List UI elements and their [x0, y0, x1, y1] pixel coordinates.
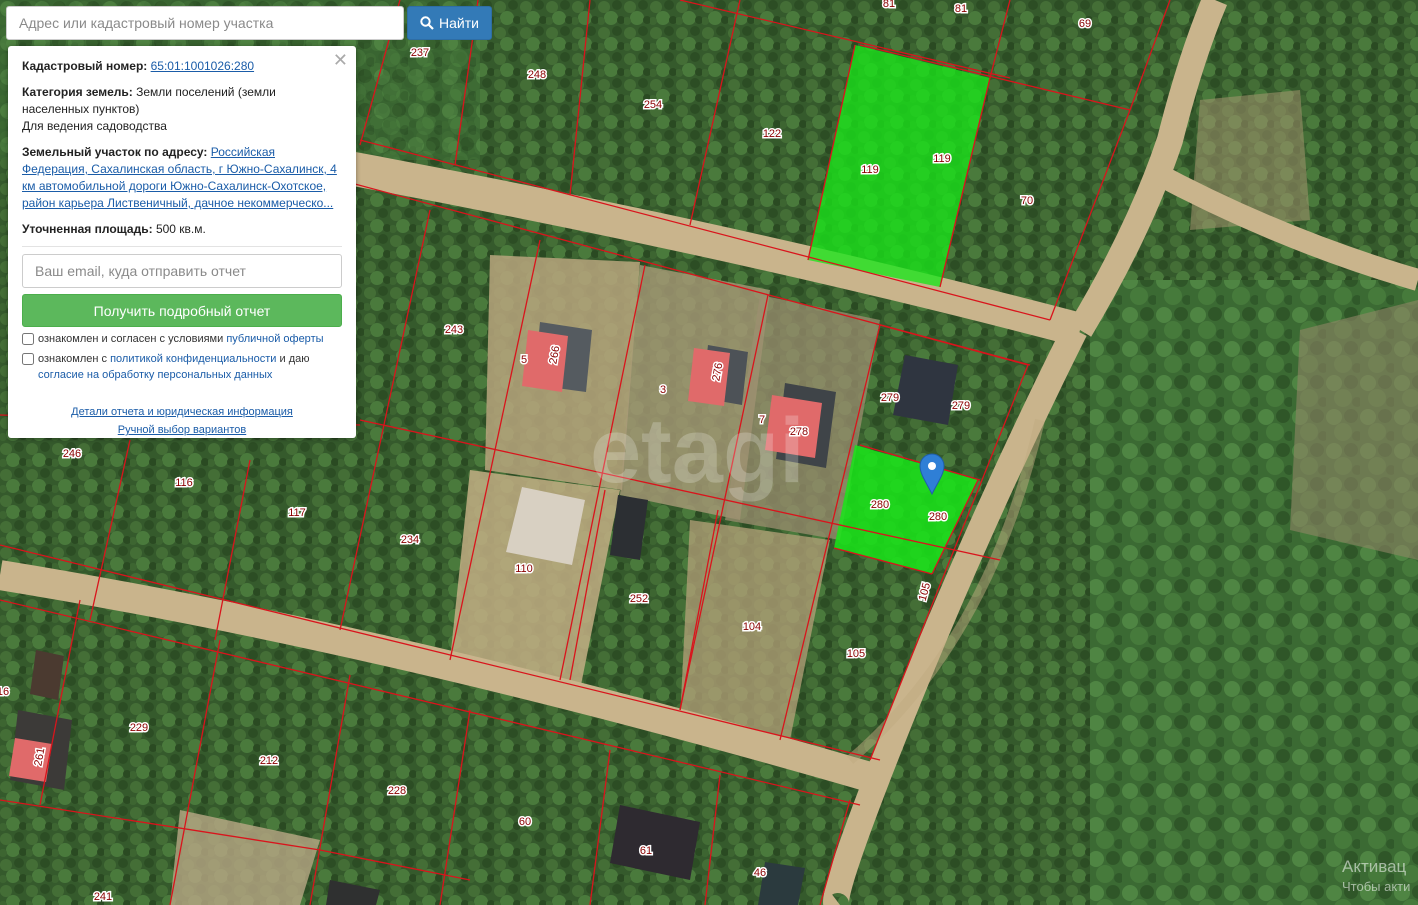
- offer-consent: ознакомлен и согласен с условиями публич…: [22, 331, 342, 347]
- report-details-link[interactable]: Детали отчета и юридическая информация: [71, 406, 293, 418]
- parcel-label: 16: [0, 686, 9, 698]
- parcel-label: 246: [63, 448, 81, 460]
- area-value: 500 кв.м.: [155, 222, 206, 236]
- email-field[interactable]: [22, 254, 342, 288]
- privacy-consent-checkbox[interactable]: [22, 353, 34, 365]
- search-button[interactable]: Найти: [407, 6, 492, 40]
- os-activation-line2: Чтобы акти: [1342, 879, 1411, 894]
- footer-links: Детали отчета и юридическая информация Р…: [22, 403, 342, 439]
- cadastral-label: Кадастровый номер:: [22, 59, 148, 73]
- parcel-label: 3: [660, 384, 666, 396]
- cadastral-row: Кадастровый номер: 65:01:1001026:280: [22, 58, 342, 75]
- parcel-label: 116: [175, 477, 193, 489]
- parcel-label: 117: [288, 507, 306, 519]
- category-label: Категория земель:: [22, 85, 133, 99]
- parcel-label: 278: [790, 426, 808, 438]
- parcel-label: 105: [847, 648, 865, 660]
- cadastral-number-link[interactable]: 65:01:1001026:280: [151, 59, 254, 73]
- privacy-consent-text-b: и даю: [279, 353, 310, 365]
- usage-value: Для ведения садоводства: [22, 119, 167, 133]
- get-report-button[interactable]: Получить подробный отчет: [22, 294, 342, 327]
- privacy-consent-text-a: ознакомлен с: [38, 353, 108, 365]
- parcel-label: 279: [952, 400, 970, 412]
- parcel-label: 229: [130, 722, 148, 734]
- search-button-label: Найти: [439, 15, 479, 31]
- manual-selection-link[interactable]: Ручной выбор вариантов: [118, 424, 246, 436]
- parcel-label: 81: [955, 3, 967, 15]
- parcel-label: 212: [260, 755, 278, 767]
- parcel-label: 119: [933, 153, 951, 165]
- parcel-label: 110: [515, 563, 533, 575]
- privacy-policy-link[interactable]: политикой конфиденциальности: [110, 353, 276, 365]
- parcel-label: 61: [640, 845, 652, 857]
- os-activation-line1: Активац: [1342, 857, 1407, 876]
- parcel-label: 104: [743, 621, 761, 633]
- os-activation-watermark: Активац Чтобы акти: [1342, 856, 1410, 896]
- parcel-label: 122: [763, 128, 781, 140]
- privacy-consent: ознакомлен с политикой конфиденциальност…: [22, 351, 342, 383]
- parcel-label: 248: [528, 69, 546, 81]
- search-icon: [420, 16, 434, 30]
- search-bar: Найти: [6, 6, 492, 40]
- parcel-label: 5: [521, 354, 527, 366]
- parcel-label: 7: [759, 414, 765, 426]
- parcel-label: 243: [445, 324, 463, 336]
- parcel-label: 70: [1021, 195, 1033, 207]
- address-label: Земельный участок по адресу:: [22, 145, 208, 159]
- cleared-ground: [1290, 300, 1418, 560]
- etagi-watermark: etagi: [590, 400, 805, 502]
- search-input[interactable]: [6, 6, 404, 40]
- parcel-label: 46: [754, 867, 766, 879]
- area-label: Уточненная площадь:: [22, 222, 153, 236]
- offer-consent-text: ознакомлен и согласен с условиями: [38, 333, 224, 345]
- area-row: Уточненная площадь: 500 кв.м.: [22, 221, 342, 238]
- parcel-label: 279: [881, 392, 899, 404]
- parcel-label: 254: [644, 99, 662, 111]
- category-row: Категория земель: Земли поселений (земли…: [22, 84, 342, 135]
- parcel-label: 234: [401, 534, 419, 546]
- parcel-label: 280: [871, 499, 889, 511]
- parcel-label: 252: [630, 593, 648, 605]
- parcel-label: 241: [94, 891, 112, 903]
- parcel-info-panel: ✕ Кадастровый номер: 65:01:1001026:280 К…: [8, 46, 356, 438]
- parcel-label: 280: [929, 511, 947, 523]
- close-icon[interactable]: ✕: [333, 50, 348, 70]
- parcel-label: 81: [883, 0, 895, 10]
- public-offer-link[interactable]: публичной оферты: [226, 333, 323, 345]
- parcel-label: 60: [519, 816, 531, 828]
- parcel-label: 237: [411, 47, 429, 59]
- divider: [22, 246, 342, 247]
- personal-data-consent-link[interactable]: согласие на обработку персональных данны…: [38, 369, 272, 381]
- parcel-label: 119: [861, 164, 879, 176]
- building-roof: [30, 650, 64, 700]
- parcel-label: 69: [1079, 18, 1091, 30]
- offer-consent-checkbox[interactable]: [22, 333, 34, 345]
- parcel-label: 228: [388, 785, 406, 797]
- address-row: Земельный участок по адресу: Российская …: [22, 144, 342, 212]
